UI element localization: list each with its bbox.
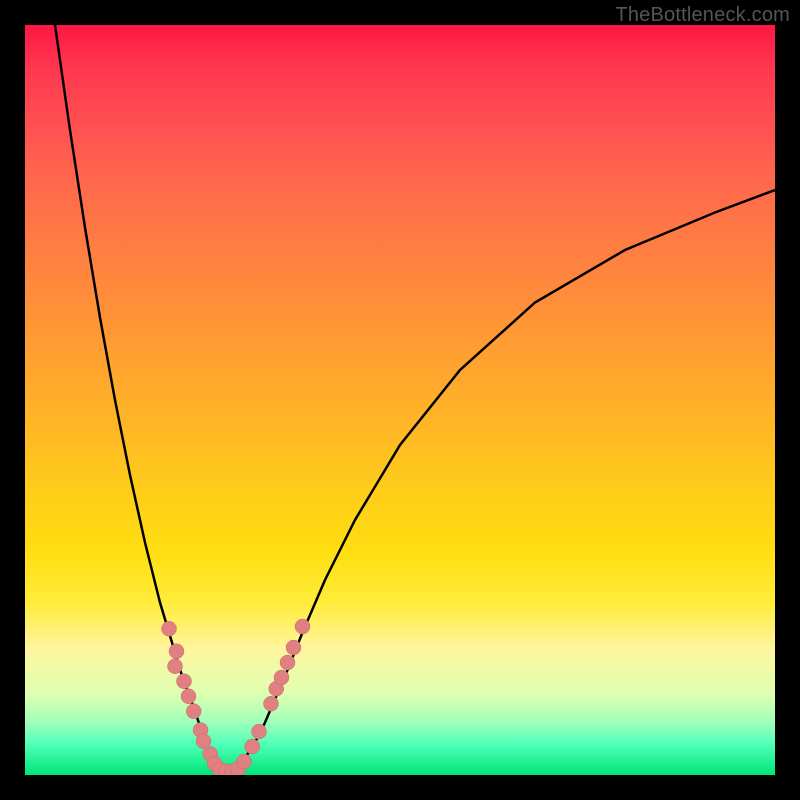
chart-svg: [25, 25, 775, 775]
curve-right-branch: [235, 190, 775, 769]
curve-left-branch: [55, 25, 220, 769]
chart-canvas: [25, 25, 775, 775]
data-dot: [177, 674, 192, 689]
data-dot: [181, 689, 196, 704]
watermark-text: TheBottleneck.com: [615, 4, 790, 27]
data-dot: [252, 724, 267, 739]
data-dot: [295, 619, 310, 634]
data-dot: [162, 621, 177, 636]
data-dot: [245, 739, 260, 754]
data-dot: [286, 640, 301, 655]
data-dots: [162, 619, 311, 775]
data-dot: [280, 655, 295, 670]
data-dot: [186, 704, 201, 719]
data-dot: [237, 754, 252, 769]
data-dot: [264, 696, 279, 711]
data-dot: [274, 670, 289, 685]
data-dot: [168, 659, 183, 674]
data-dot: [169, 644, 184, 659]
